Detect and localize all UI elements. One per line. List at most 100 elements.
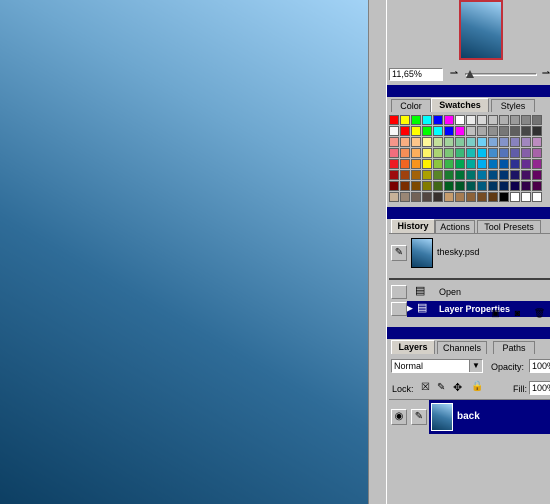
- swatch[interactable]: [455, 159, 465, 169]
- tab-history[interactable]: History: [391, 219, 435, 233]
- document-canvas[interactable]: [0, 0, 368, 504]
- swatch[interactable]: [488, 181, 498, 191]
- swatch[interactable]: [488, 115, 498, 125]
- swatch[interactable]: [488, 192, 498, 202]
- swatch[interactable]: [510, 159, 520, 169]
- tab-actions[interactable]: Actions: [435, 220, 475, 233]
- tab-paths[interactable]: Paths: [493, 341, 535, 354]
- snapshot-source-icon[interactable]: ✎: [391, 245, 407, 261]
- swatch[interactable]: [510, 181, 520, 191]
- swatch[interactable]: [433, 192, 443, 202]
- swatch[interactable]: [477, 126, 487, 136]
- swatch[interactable]: [455, 192, 465, 202]
- swatch[interactable]: [400, 192, 410, 202]
- swatch[interactable]: [488, 126, 498, 136]
- opacity-field[interactable]: 100%: [529, 359, 550, 373]
- swatch[interactable]: [521, 192, 531, 202]
- swatch[interactable]: [433, 115, 443, 125]
- swatch[interactable]: [433, 148, 443, 158]
- swatch[interactable]: [466, 170, 476, 180]
- swatch[interactable]: [444, 115, 454, 125]
- lock-transparency-icon[interactable]: ☒: [421, 382, 430, 393]
- snapshot-row[interactable]: ✎ thesky.psd: [389, 236, 550, 270]
- history-row[interactable]: ▤ Open: [389, 283, 550, 301]
- swatch-grid[interactable]: [389, 115, 550, 203]
- swatch[interactable]: [433, 137, 443, 147]
- swatch[interactable]: [488, 137, 498, 147]
- swatch[interactable]: [455, 115, 465, 125]
- zoom-out-button[interactable]: ⇀: [447, 68, 461, 81]
- swatch[interactable]: [466, 159, 476, 169]
- swatch[interactable]: [532, 159, 542, 169]
- tab-swatches[interactable]: Swatches: [431, 98, 489, 112]
- swatch[interactable]: [433, 159, 443, 169]
- tab-tool-presets[interactable]: Tool Presets: [477, 220, 541, 233]
- swatch[interactable]: [521, 159, 531, 169]
- layer-row[interactable]: ◉ ✎ back: [389, 400, 550, 434]
- swatch[interactable]: [411, 148, 421, 158]
- swatch[interactable]: [521, 115, 531, 125]
- tab-color[interactable]: Color: [391, 99, 431, 112]
- swatch[interactable]: [477, 170, 487, 180]
- swatch[interactable]: [488, 170, 498, 180]
- swatch[interactable]: [455, 126, 465, 136]
- swatch[interactable]: [444, 170, 454, 180]
- brush-link-icon[interactable]: ✎: [411, 409, 427, 425]
- swatch[interactable]: [499, 192, 509, 202]
- swatch[interactable]: [422, 137, 432, 147]
- swatch[interactable]: [400, 170, 410, 180]
- swatch[interactable]: [444, 148, 454, 158]
- swatch[interactable]: [532, 126, 542, 136]
- swatch[interactable]: [422, 181, 432, 191]
- swatch[interactable]: [510, 115, 520, 125]
- new-document-from-state-icon[interactable]: ▣: [489, 309, 502, 320]
- swatch[interactable]: [521, 126, 531, 136]
- swatch[interactable]: [422, 126, 432, 136]
- delete-state-icon[interactable]: 🗑: [533, 309, 546, 320]
- lock-position-move-icon[interactable]: ✥: [453, 381, 462, 394]
- new-snapshot-icon[interactable]: ◙: [511, 309, 524, 320]
- swatch[interactable]: [455, 148, 465, 158]
- swatch[interactable]: [400, 148, 410, 158]
- swatch[interactable]: [389, 159, 399, 169]
- swatch[interactable]: [389, 181, 399, 191]
- swatch[interactable]: [400, 181, 410, 191]
- swatch[interactable]: [510, 126, 520, 136]
- history-titlebar[interactable]: [387, 207, 550, 219]
- zoom-in-button[interactable]: ⇀: [541, 68, 550, 81]
- swatch[interactable]: [510, 148, 520, 158]
- zoom-field[interactable]: 11,65%: [389, 68, 443, 81]
- swatch[interactable]: [488, 148, 498, 158]
- swatch[interactable]: [444, 126, 454, 136]
- swatch[interactable]: [389, 192, 399, 202]
- swatch[interactable]: [400, 159, 410, 169]
- swatch[interactable]: [389, 170, 399, 180]
- swatch[interactable]: [422, 159, 432, 169]
- swatch[interactable]: [455, 181, 465, 191]
- swatch[interactable]: [521, 137, 531, 147]
- swatch[interactable]: [466, 115, 476, 125]
- swatch[interactable]: [433, 181, 443, 191]
- swatch[interactable]: [411, 159, 421, 169]
- swatch[interactable]: [532, 137, 542, 147]
- swatch[interactable]: [400, 126, 410, 136]
- swatch[interactable]: [510, 192, 520, 202]
- fill-field[interactable]: 100%: [529, 381, 550, 395]
- swatch[interactable]: [499, 148, 509, 158]
- swatch[interactable]: [521, 170, 531, 180]
- eye-visibility-icon[interactable]: ◉: [391, 409, 407, 425]
- swatch[interactable]: [422, 192, 432, 202]
- swatch[interactable]: [499, 137, 509, 147]
- swatch[interactable]: [389, 126, 399, 136]
- swatch[interactable]: [411, 137, 421, 147]
- swatch[interactable]: [499, 170, 509, 180]
- swatch[interactable]: [389, 137, 399, 147]
- swatch[interactable]: [400, 137, 410, 147]
- tab-layers[interactable]: Layers: [391, 340, 435, 354]
- swatch[interactable]: [499, 181, 509, 191]
- lock-all-padlock-icon[interactable]: 🔒: [471, 381, 483, 392]
- swatch[interactable]: [422, 170, 432, 180]
- swatch[interactable]: [455, 170, 465, 180]
- swatch[interactable]: [411, 115, 421, 125]
- swatch[interactable]: [466, 137, 476, 147]
